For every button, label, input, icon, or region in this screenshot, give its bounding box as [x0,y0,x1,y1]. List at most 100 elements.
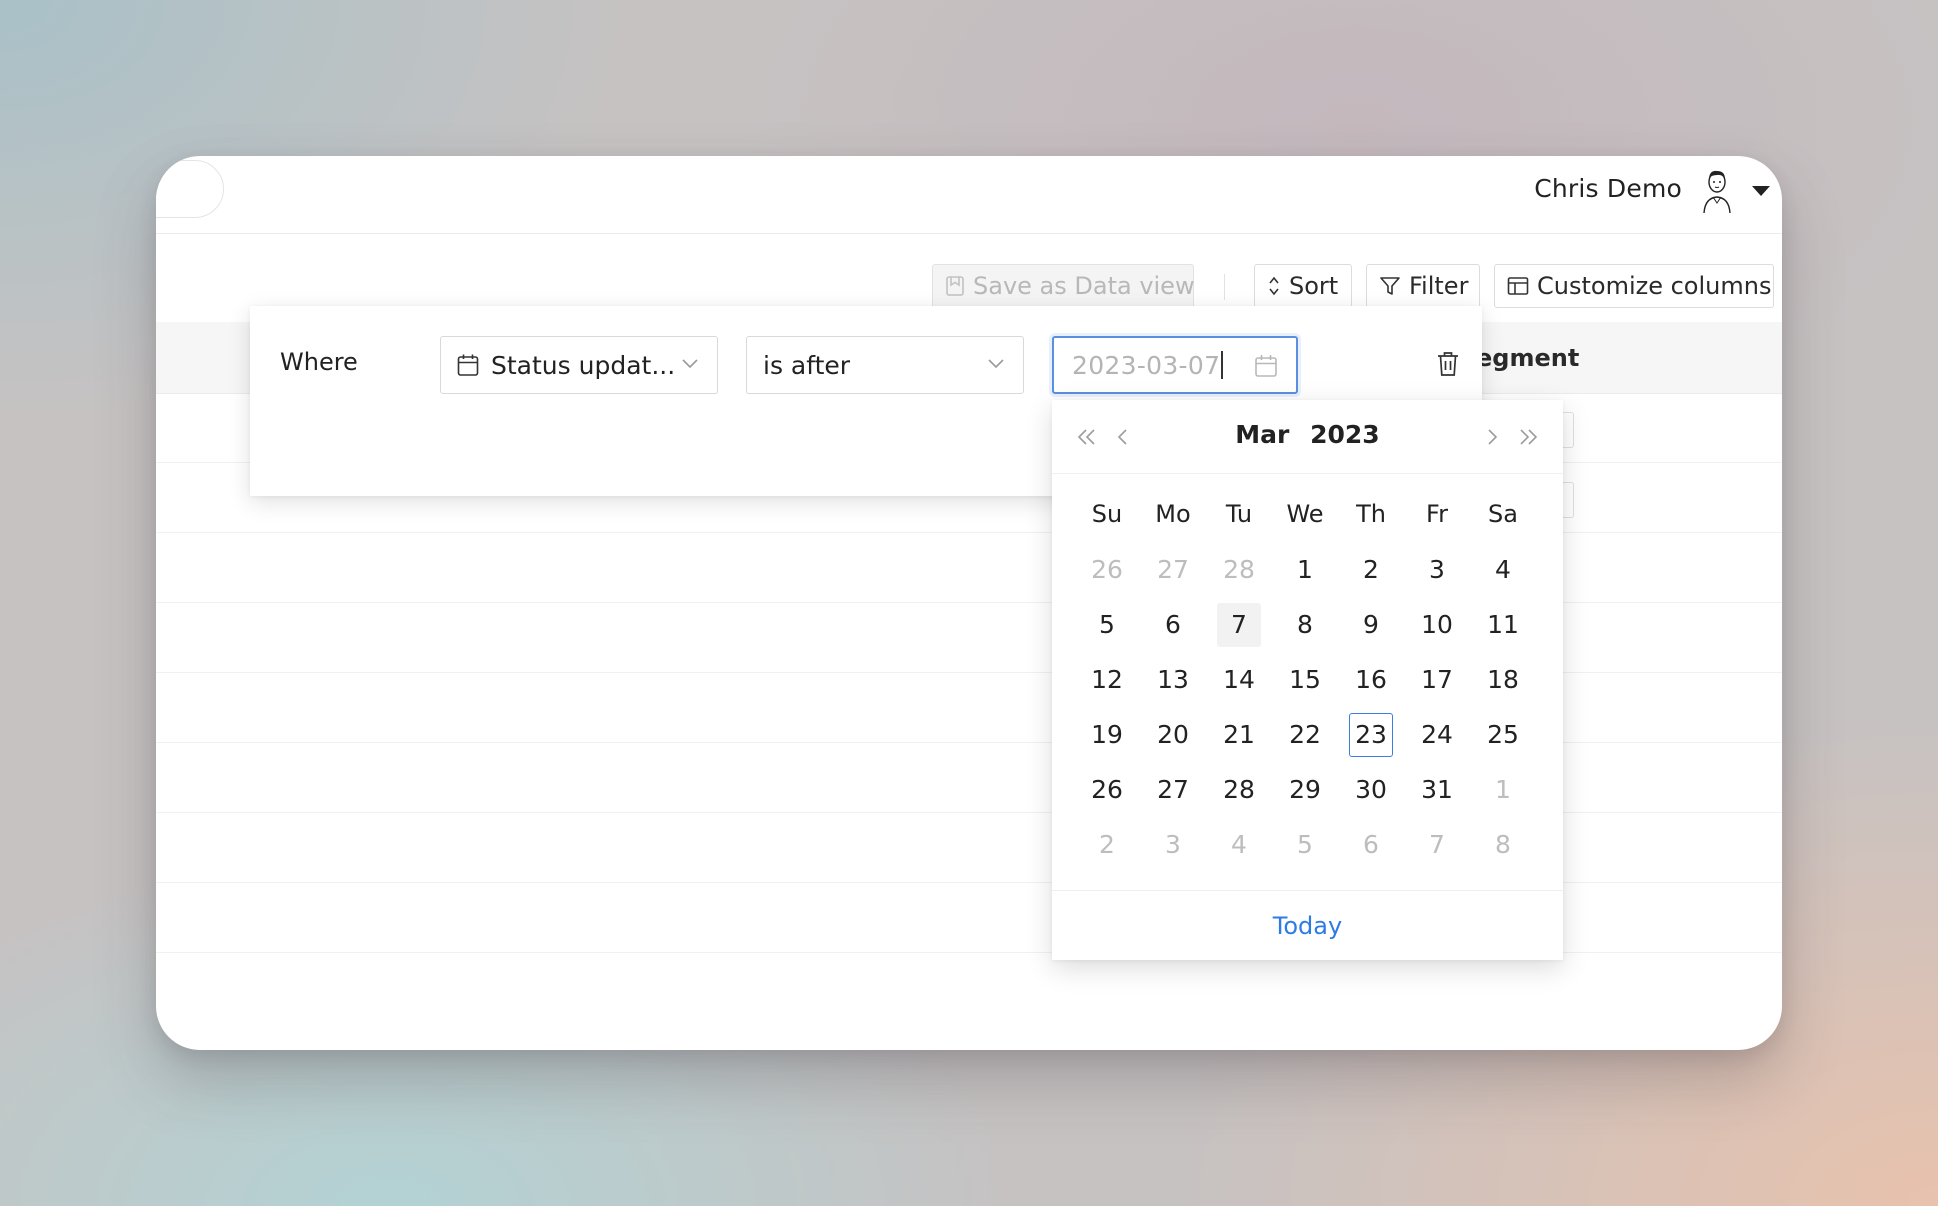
day-cell[interactable]: 12 [1074,652,1140,707]
day-cell-selected[interactable]: 7 [1206,597,1272,652]
next-year-icon[interactable] [1515,424,1541,450]
day-cell[interactable]: 26 [1074,762,1140,817]
year-label[interactable]: 2023 [1310,420,1380,449]
day-cell[interactable]: 19 [1074,707,1140,762]
day-number: 24 [1421,720,1453,749]
calendar-icon[interactable] [1254,353,1278,379]
day-number: 2 [1363,555,1379,584]
date-picker-dropdown: Mar 2023 Su Mo Tu We Th Fr Sa 26 27 28 1 2 3 4 5 6 7 8 9 1… [1052,400,1563,960]
today-link[interactable]: Today [1273,912,1342,940]
operator-select[interactable]: is after [746,336,1024,394]
day-cell[interactable]: 8 [1470,817,1536,872]
day-cell[interactable]: 28 [1206,762,1272,817]
day-cell[interactable]: 20 [1140,707,1206,762]
filter-button[interactable]: Filter [1366,264,1480,308]
day-cell[interactable]: 28 [1206,542,1272,597]
save-as-data-view-button[interactable]: Save as Data view [932,264,1195,308]
day-number: 31 [1421,775,1453,804]
weekday-label: Th [1356,500,1386,528]
day-number: 2 [1099,830,1115,859]
day-number: 7 [1429,830,1445,859]
day-cell[interactable]: 8 [1272,597,1338,652]
columns-icon [1507,277,1529,295]
filter-icon [1380,277,1400,295]
day-cell[interactable]: 6 [1140,597,1206,652]
day-number: 15 [1289,665,1321,694]
day-number: 29 [1289,775,1321,804]
day-cell[interactable]: 29 [1272,762,1338,817]
day-cell[interactable]: 13 [1140,652,1206,707]
sort-button[interactable]: Sort [1254,264,1352,308]
day-cell[interactable]: 2 [1338,542,1404,597]
save-as-data-view-label: Save as Data view [973,272,1195,300]
day-grid: 26 27 28 1 2 3 4 5 6 7 8 9 10 11 12 13 14 15 16 17 18 19 20 21 2… [1074,542,1536,872]
field-select[interactable]: Status updat... [440,336,718,394]
sort-label: Sort [1289,272,1339,300]
day-number: 26 [1091,555,1123,584]
day-cell[interactable]: 17 [1404,652,1470,707]
day-cell[interactable]: 31 [1404,762,1470,817]
day-cell[interactable]: 2 [1074,817,1140,872]
day-cell[interactable]: 3 [1404,542,1470,597]
day-number: 1 [1297,555,1313,584]
day-cell[interactable]: 26 [1074,542,1140,597]
weekday-label: Su [1091,500,1123,528]
date-input[interactable]: 2023-03-07 [1052,336,1298,394]
day-number: 14 [1223,665,1255,694]
day-number: 11 [1487,610,1519,639]
day-cell[interactable]: 15 [1272,652,1338,707]
segment-column-header[interactable]: egment [1476,344,1579,372]
day-cell[interactable]: 3 [1140,817,1206,872]
nav-pill[interactable] [156,160,224,218]
day-cell[interactable]: 6 [1338,817,1404,872]
day-number: 3 [1429,555,1445,584]
day-cell[interactable]: 27 [1140,762,1206,817]
day-cell[interactable]: 1 [1272,542,1338,597]
bookmark-icon [946,276,964,296]
day-cell[interactable]: 5 [1272,817,1338,872]
day-cell[interactable]: 5 [1074,597,1140,652]
day-cell[interactable]: 9 [1338,597,1404,652]
day-cell[interactable]: 27 [1140,542,1206,597]
day-number: 17 [1421,665,1453,694]
day-cell[interactable]: 1 [1470,762,1536,817]
day-number: 21 [1223,720,1255,749]
day-cell[interactable]: 11 [1470,597,1536,652]
day-number: 27 [1157,775,1189,804]
day-number: 4 [1231,830,1247,859]
user-menu-caret-icon[interactable] [1752,186,1770,196]
avatar[interactable] [1696,168,1738,214]
weekday-label: Sa [1488,500,1518,528]
day-cell[interactable]: 4 [1206,817,1272,872]
day-number: 9 [1363,610,1379,639]
day-number: 6 [1363,830,1379,859]
day-number: 10 [1421,610,1453,639]
day-number: 28 [1223,555,1255,584]
customize-columns-button[interactable]: Customize columns [1494,264,1774,308]
day-cell-today[interactable]: 23 [1338,707,1404,762]
trash-icon[interactable] [1436,350,1460,378]
day-number: 6 [1165,610,1181,639]
day-cell[interactable]: 25 [1470,707,1536,762]
chevron-down-icon [682,359,698,369]
day-cell[interactable]: 10 [1404,597,1470,652]
month-label[interactable]: Mar [1235,420,1289,449]
day-cell[interactable]: 30 [1338,762,1404,817]
day-number: 30 [1355,775,1387,804]
weekday-header: Su Mo Tu We Th Fr Sa [1074,500,1536,528]
day-number: 26 [1091,775,1123,804]
day-cell[interactable]: 22 [1272,707,1338,762]
top-bar: Chris Demo [156,156,1782,234]
day-cell[interactable]: 4 [1470,542,1536,597]
day-number: 13 [1157,665,1189,694]
day-cell[interactable]: 7 [1404,817,1470,872]
day-cell[interactable]: 16 [1338,652,1404,707]
day-cell[interactable]: 14 [1206,652,1272,707]
text-cursor [1221,351,1224,379]
weekday-label: We [1286,500,1324,528]
day-cell[interactable]: 21 [1206,707,1272,762]
user-name[interactable]: Chris Demo [1534,174,1682,203]
day-cell[interactable]: 24 [1404,707,1470,762]
next-month-icon[interactable] [1479,424,1505,450]
day-cell[interactable]: 18 [1470,652,1536,707]
